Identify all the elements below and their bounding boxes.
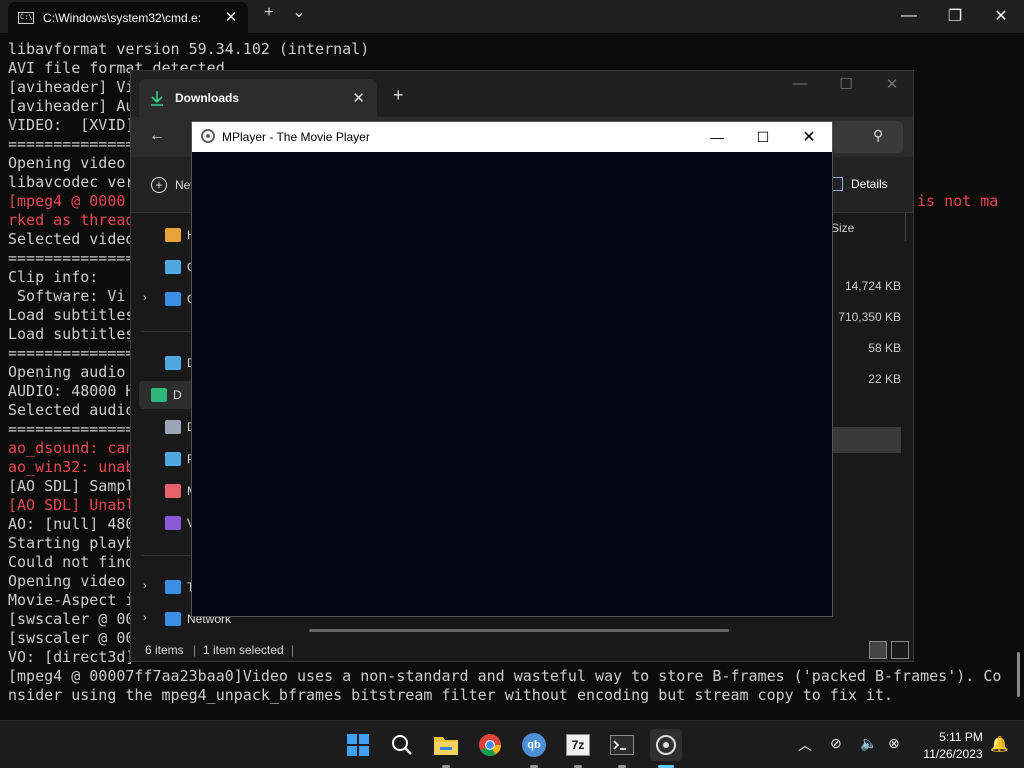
explorer-tab-title: Downloads	[175, 91, 240, 105]
folder-icon	[165, 484, 181, 498]
terminal-tab-bar: C:\ C:\Windows\system32\cmd.e: ✕ + ⌄ ― ❐…	[0, 0, 1024, 33]
status-item-count: 6 items	[145, 643, 184, 657]
folder-icon	[165, 260, 181, 274]
mplayer-maximize-button[interactable]: ☐	[740, 122, 786, 152]
explorer-minimize-button[interactable]: ―	[777, 75, 823, 92]
selected-row[interactable]	[831, 427, 901, 453]
mplayer-close-button[interactable]: ✕	[786, 122, 832, 152]
folder-icon	[165, 516, 181, 530]
folder-icon	[165, 420, 181, 434]
nav-item-label: D	[173, 388, 182, 402]
terminal-line: libavformat version 59.34.102 (internal)	[8, 40, 370, 58]
back-arrow-icon[interactable]: ←	[149, 127, 165, 145]
network-disconnected-icon[interactable]: ⊘	[830, 735, 842, 752]
status-separator: |	[291, 643, 295, 657]
status-separator: |	[193, 643, 197, 657]
folder-icon	[165, 228, 181, 242]
search-icon[interactable]	[386, 729, 418, 761]
folder-icon	[165, 356, 181, 370]
explorer-title-bar: Downloads ✕ + ― ☐ ✕	[131, 71, 913, 117]
terminal-minimize-button[interactable]: ―	[886, 0, 932, 32]
folder-icon	[165, 612, 181, 626]
horizontal-scrollbar[interactable]	[309, 629, 729, 632]
cmd-icon: C:\	[18, 11, 34, 24]
chevron-right-icon[interactable]: ›	[143, 612, 147, 624]
search-icon[interactable]: ⚲	[873, 127, 883, 144]
mplayer-icon[interactable]	[650, 729, 682, 761]
chevron-up-icon[interactable]: ︿	[798, 735, 812, 755]
folder-icon	[165, 580, 181, 594]
qbittorrent-icon[interactable]: qb	[518, 729, 550, 761]
notification-bell-icon[interactable]: 🔔	[990, 735, 1009, 753]
close-tab-icon[interactable]: ✕	[222, 8, 240, 26]
details-button[interactable]: Details	[831, 177, 888, 191]
taskbar: qb 7z ︿ ⊘ 🔈 ⊗ 5:11 PM 11/26/2023 🔔	[0, 720, 1024, 768]
clock-time[interactable]: 5:11 PM	[936, 730, 986, 744]
terminal-tab-title: C:\Windows\system32\cmd.e:	[43, 10, 202, 25]
plus-circle-icon: +	[151, 177, 167, 193]
tab-dropdown-button[interactable]: ⌄	[289, 2, 309, 22]
start-icon[interactable]	[342, 729, 374, 761]
folder-icon	[165, 292, 181, 306]
terminal-scrollbar[interactable]	[1017, 652, 1020, 697]
mplayer-title-bar[interactable]: MPlayer - The Movie Player ― ☐ ✕	[192, 122, 832, 152]
search-box[interactable]	[833, 121, 903, 153]
explorer-new-tab-button[interactable]: +	[393, 85, 404, 106]
details-button-label: Details	[851, 177, 888, 191]
mute-icon[interactable]: ⊗	[888, 735, 900, 752]
file-explorer-icon[interactable]	[430, 729, 462, 761]
tiles-view-button[interactable]	[891, 641, 909, 659]
terminal-maximize-button[interactable]: ❐	[932, 0, 978, 32]
explorer-tab-downloads[interactable]: Downloads ✕	[139, 79, 377, 117]
status-selection: 1 item selected	[203, 643, 284, 657]
folder-icon	[165, 452, 181, 466]
details-view-button[interactable]	[869, 641, 887, 659]
download-icon	[151, 91, 163, 106]
explorer-maximize-button[interactable]: ☐	[823, 75, 869, 93]
chevron-right-icon[interactable]: ›	[143, 580, 147, 592]
explorer-status-bar: 6 items | 1 item selected |	[131, 639, 913, 661]
mplayer-title: MPlayer - The Movie Player	[222, 130, 370, 144]
chrome-icon[interactable]	[474, 729, 506, 761]
column-divider[interactable]	[905, 213, 906, 241]
clock-date[interactable]: 11/26/2023	[916, 747, 990, 761]
mplayer-window: MPlayer - The Movie Player ― ☐ ✕	[191, 121, 833, 617]
close-tab-icon[interactable]: ✕	[352, 89, 365, 107]
explorer-close-button[interactable]: ✕	[869, 75, 915, 93]
volume-icon[interactable]: 🔈	[860, 735, 877, 752]
terminal-line: [mpeg4 @ 00007ff7aa23baa0]Video uses a n…	[8, 667, 1002, 685]
terminal-close-button[interactable]: ✕	[978, 0, 1024, 32]
7zip-icon[interactable]: 7z	[562, 729, 594, 761]
new-tab-button[interactable]: +	[259, 4, 279, 22]
mplayer-app-icon	[201, 129, 215, 143]
terminal-line: nsider using the mpeg4_unpack_bframes bi…	[8, 686, 894, 704]
folder-icon	[151, 388, 167, 402]
column-header-size[interactable]: Size	[831, 221, 854, 235]
terminal-tab[interactable]: C:\ C:\Windows\system32\cmd.e: ✕	[8, 2, 248, 33]
mplayer-minimize-button[interactable]: ―	[694, 122, 740, 152]
video-area[interactable]	[192, 152, 832, 616]
terminal-icon[interactable]	[606, 729, 638, 761]
chevron-right-icon[interactable]: ›	[143, 292, 147, 304]
